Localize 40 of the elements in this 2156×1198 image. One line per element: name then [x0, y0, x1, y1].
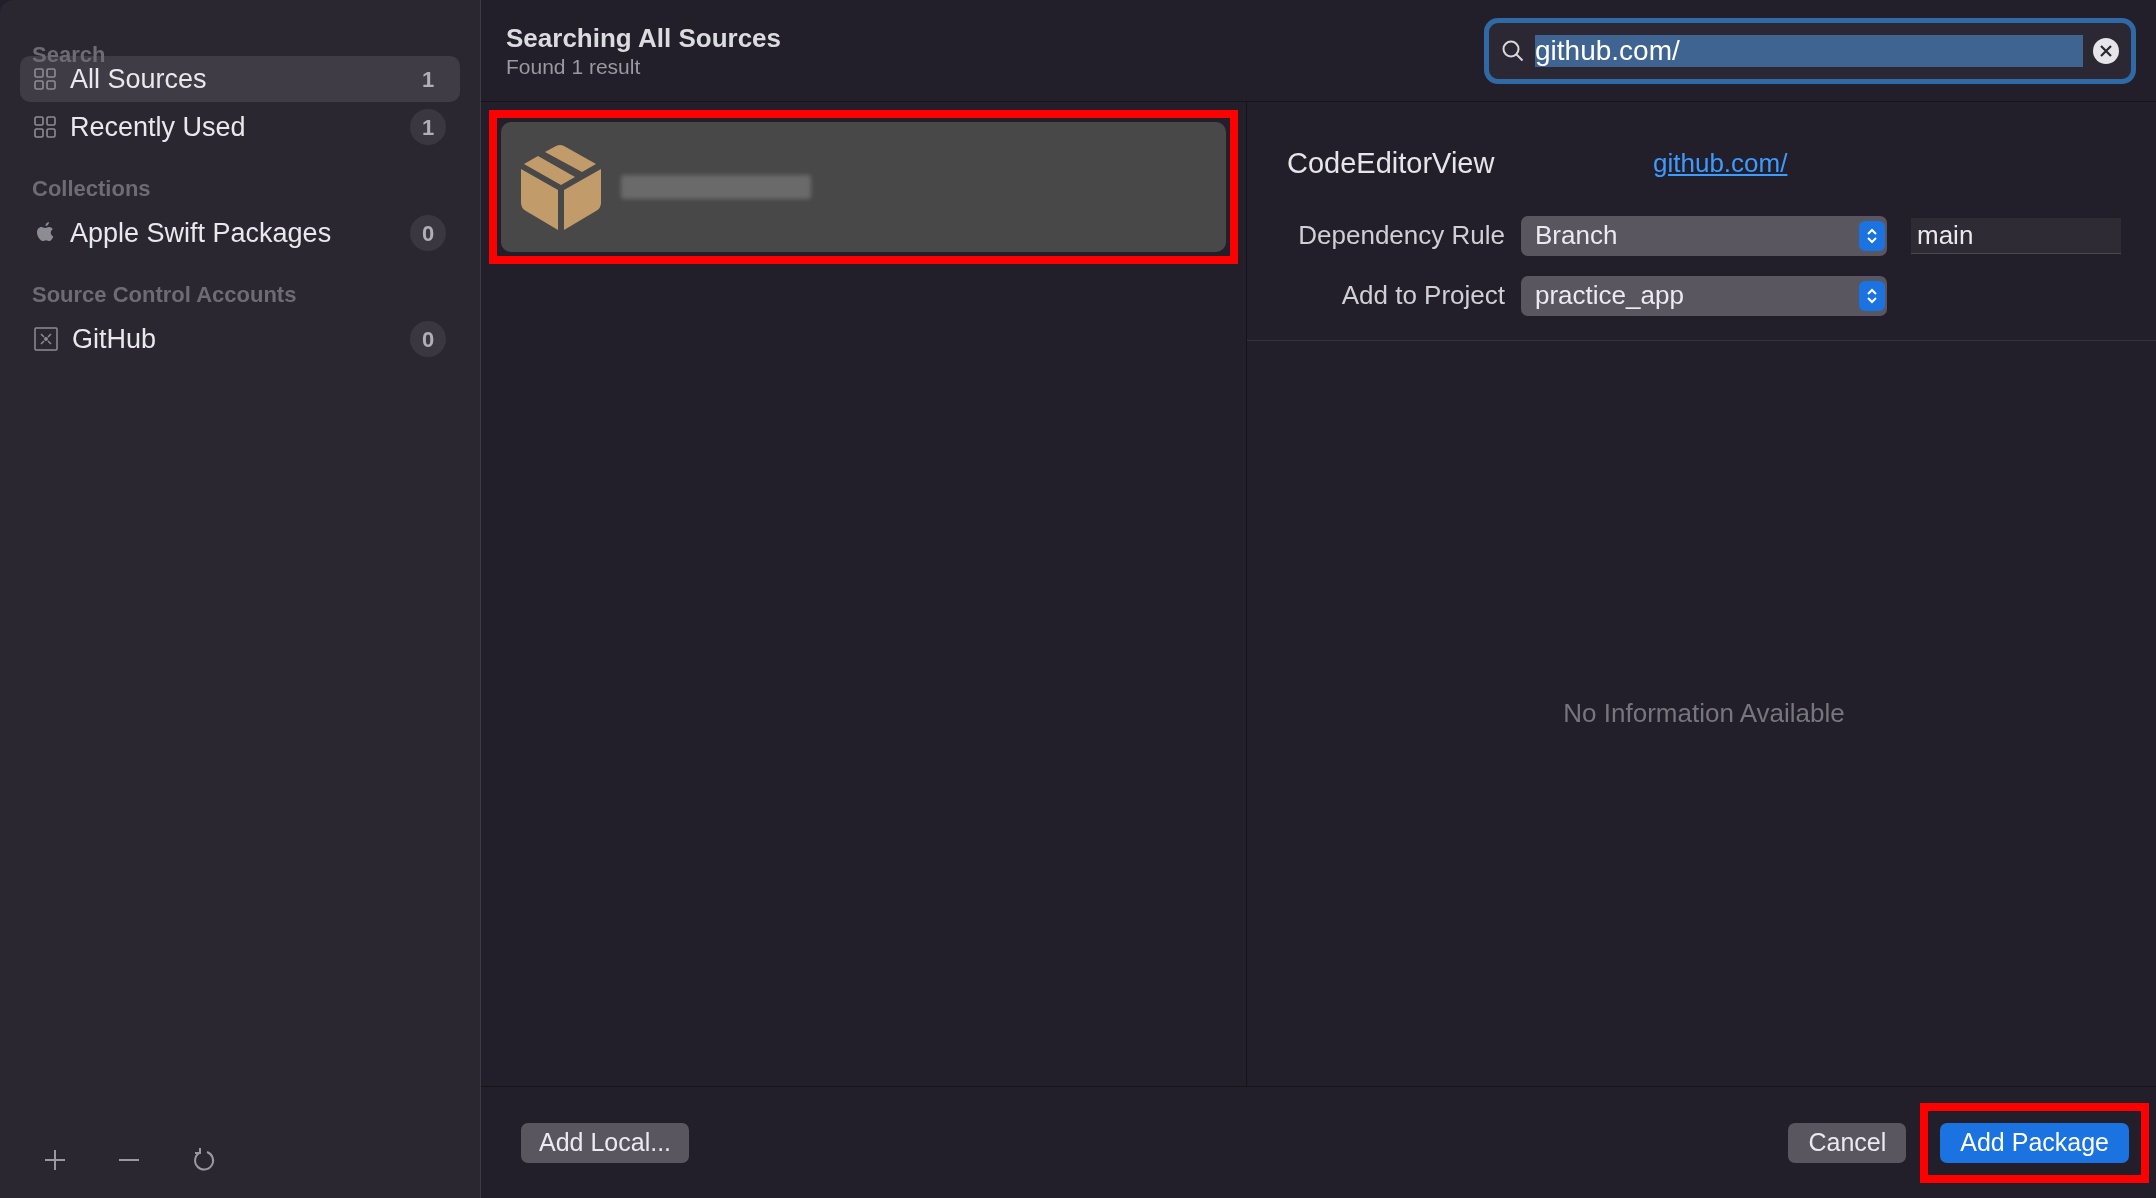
select-field[interactable]: practice_app [1521, 275, 1887, 316]
search-field[interactable]: github.com/ [1484, 17, 2136, 84]
close-icon [2100, 44, 2112, 57]
item-count: 0 [410, 321, 446, 357]
sidebar-item[interactable]: Apple Swift Packages 0 [20, 210, 460, 256]
grid-icon [34, 68, 56, 90]
select-field[interactable]: Branch [1521, 215, 1887, 256]
clear-button[interactable] [2093, 37, 2119, 64]
stepper-icon [1859, 280, 1885, 311]
section-header: Source Control Accounts [31, 282, 298, 308]
item-label: Recently Used [70, 110, 247, 144]
sidebar-item[interactable]: All Sources 1 [20, 56, 460, 102]
branch-name-field[interactable]: main [1911, 217, 2121, 254]
item-count: 0 [410, 215, 446, 251]
account-icon [34, 327, 58, 351]
field-label: Add to Project [1340, 279, 1505, 312]
header-title: Searching All Sources [506, 21, 782, 54]
field-label: Dependency Rule [1297, 219, 1505, 252]
search-icon [1501, 38, 1525, 63]
package-name: CodeEditorView [1287, 146, 1495, 181]
empty-message: No Information Available [1563, 696, 1845, 730]
plus-icon [42, 1147, 68, 1173]
item-count: 1 [420, 65, 436, 94]
grid-icon [34, 116, 56, 138]
add-package-button[interactable]: Add Package [1940, 1122, 2129, 1163]
item-count: 1 [410, 109, 446, 145]
package-icon [521, 144, 601, 230]
package-row[interactable] [501, 122, 1226, 252]
repository-link[interactable]: github.com/ [1653, 144, 2111, 184]
item-label: Apple Swift Packages [70, 216, 333, 250]
minus-icon [116, 1158, 142, 1162]
add-local-button[interactable]: Add Local... [521, 1122, 690, 1163]
section-header: Collections [31, 176, 152, 202]
item-label: GitHub [72, 322, 158, 356]
sidebar-item[interactable]: Recently Used 1 [20, 104, 460, 150]
cancel-button[interactable]: Cancel [1788, 1122, 1907, 1163]
sidebar-item[interactable]: GitHub 0 [20, 316, 460, 362]
stepper-icon [1859, 220, 1885, 251]
search-value: github.com/ [1535, 34, 2083, 67]
header-subtitle: Found 1 result [506, 53, 642, 80]
